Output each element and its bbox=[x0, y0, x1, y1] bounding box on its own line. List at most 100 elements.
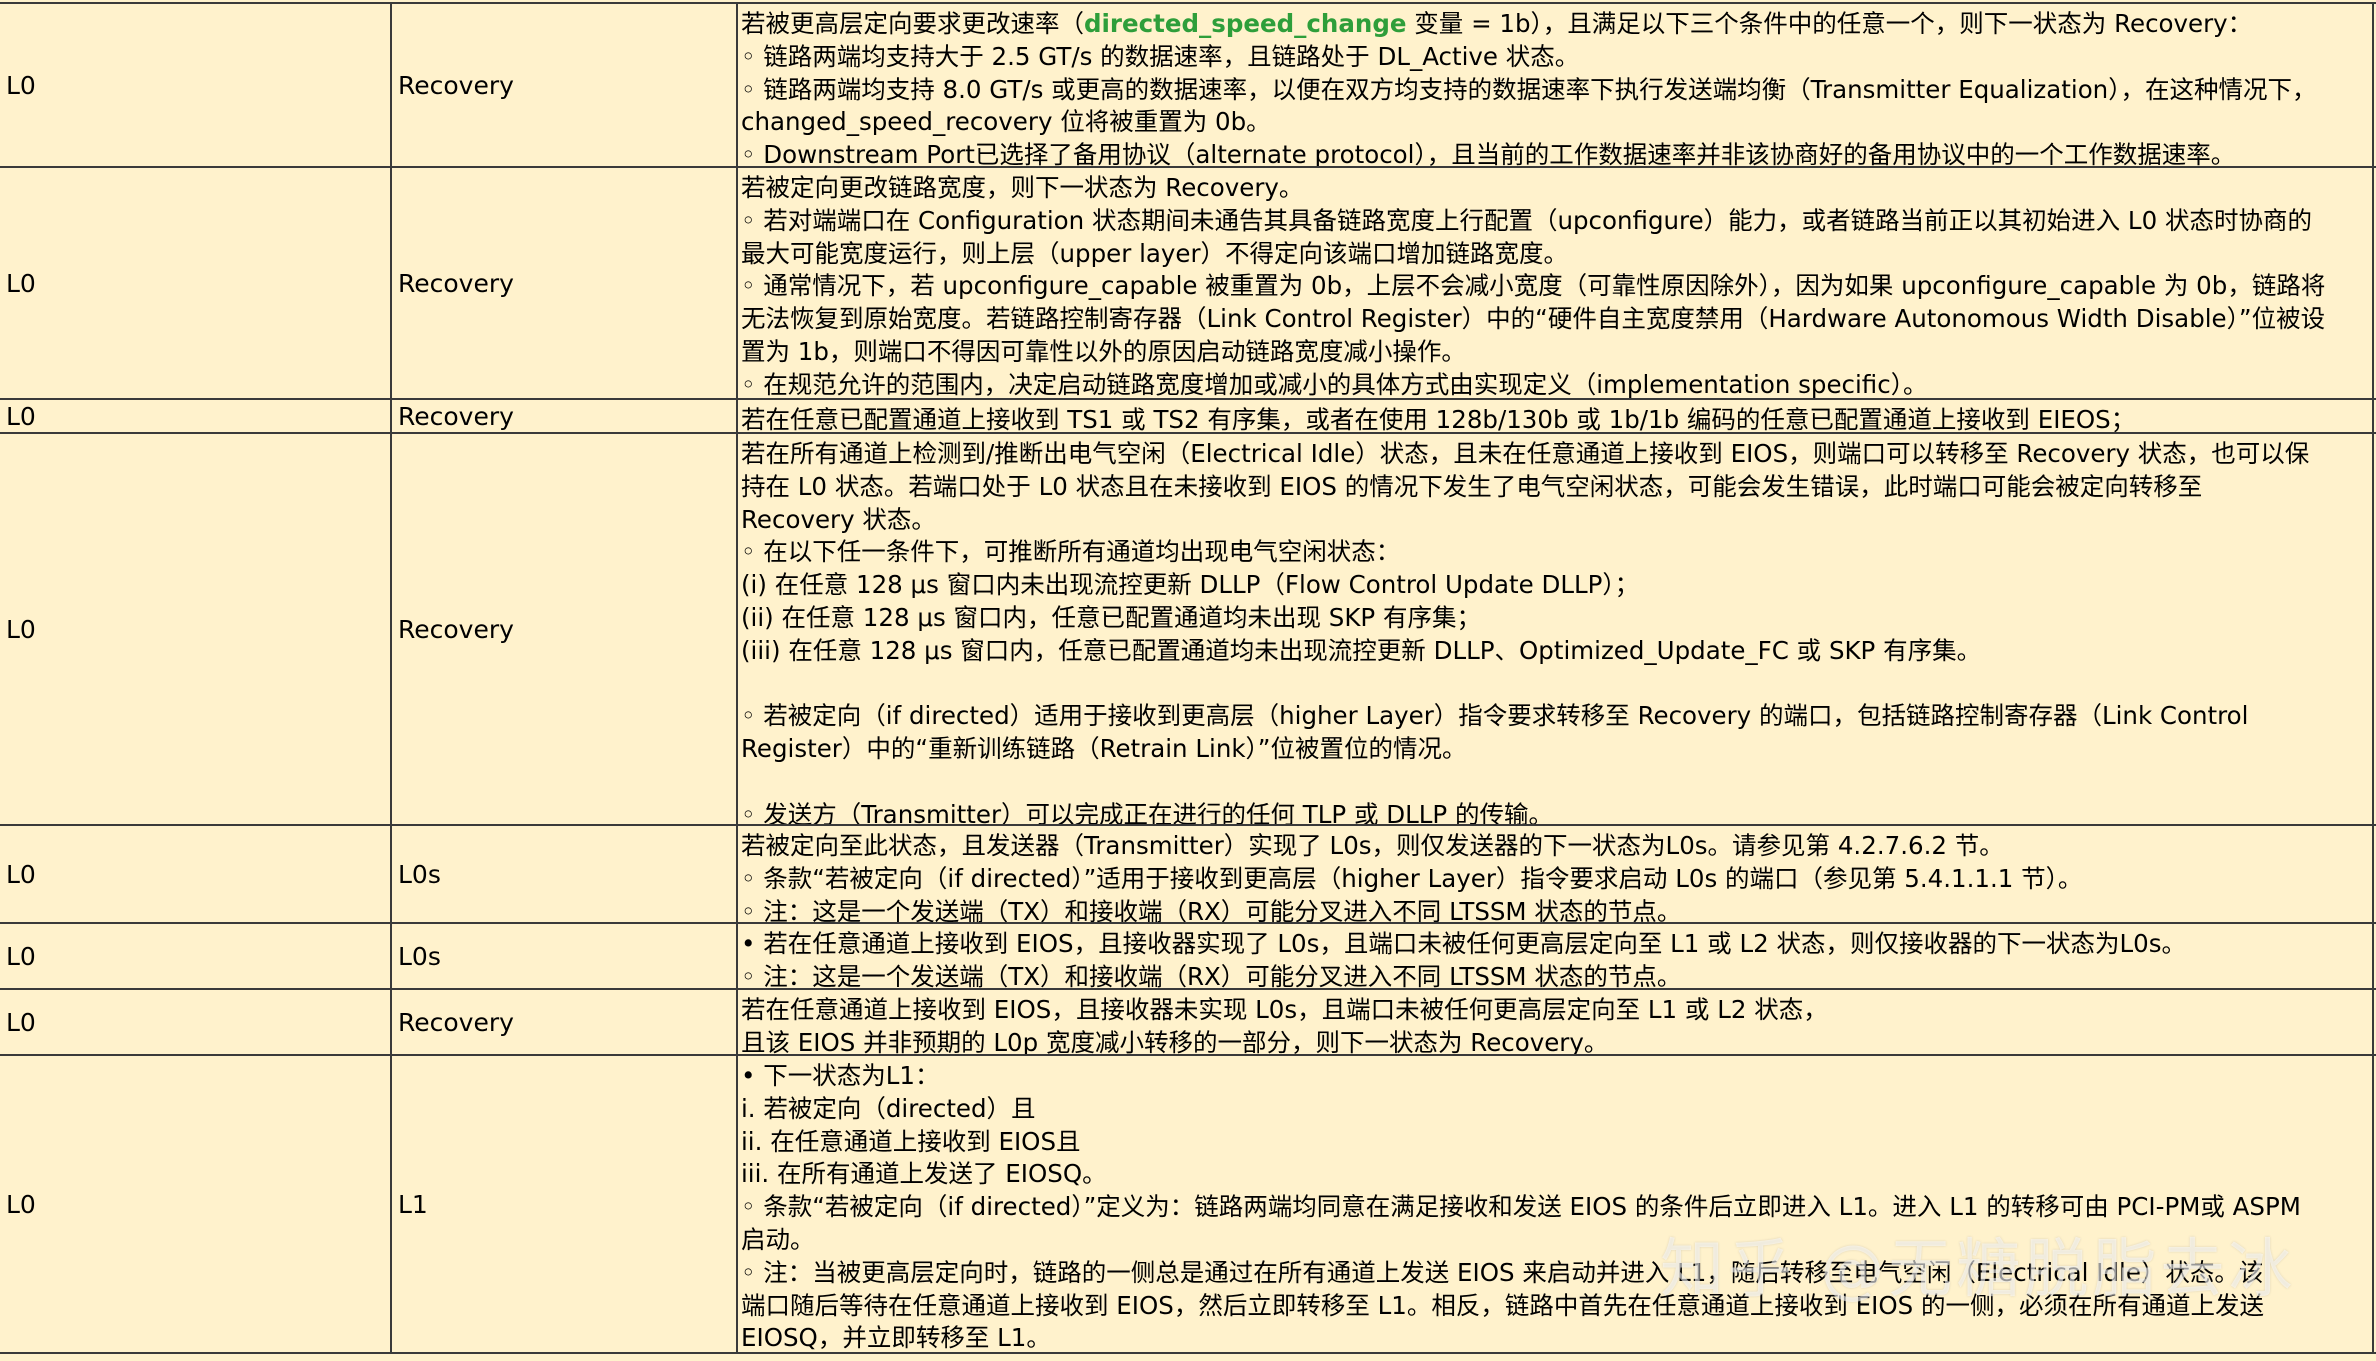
next-state-cell: Recovery bbox=[392, 400, 738, 432]
condition-line: ◦ 通常情况下，若 upconfigure_capable 被重置为 0b，上层… bbox=[741, 270, 2368, 303]
condition-line bbox=[741, 668, 2368, 701]
condition-text: ◦ 注：当被更高层定向时，链路的一侧总是通过在所有通道上发送 EIOS 来启动并… bbox=[741, 1257, 2264, 1287]
table-row: L0 L0s • 若在任意通道上接收到 EIOS，且接收器实现了 L0s，且端口未被… bbox=[0, 922, 2376, 991]
condition-text: 若被定向更改链路宽度，则下一状态为 Recovery。 bbox=[741, 173, 1304, 202]
next-state-cell: Recovery bbox=[392, 4, 738, 166]
condition-line: ◦ 链路两端均支持 8.0 GT/s 或更高的数据速率，以便在双方均支持的数据速… bbox=[741, 74, 2368, 107]
condition-line: ◦ 若对端端口在 Configuration 状态期间未通告其具备链路宽度上行配… bbox=[741, 205, 2368, 238]
next-state-cell: L0s bbox=[392, 826, 738, 922]
condition-cell: 若被定向更改链路宽度，则下一状态为 Recovery。 ◦ 若对端端口在 Conf… bbox=[738, 168, 2374, 399]
condition-text: 变量 = 1b），且满足以下三个条件中的任意一个，则下一状态为 Recovery… bbox=[1406, 9, 2253, 38]
next-state-cell: Recovery bbox=[392, 434, 738, 824]
from-state-cell: L0 bbox=[0, 434, 392, 824]
condition-line: (i) 在任意 128 μs 窗口内未出现流控更新 DLLP（Flow Cont… bbox=[741, 569, 2368, 602]
condition-line: 最大可能宽度运行，则上层（upper layer）不得定向该端口增加链路宽度。 bbox=[741, 238, 2368, 271]
condition-text: (i) 在任意 128 μs 窗口内未出现流控更新 DLLP（Flow Cont… bbox=[741, 570, 1640, 600]
condition-line: ◦ 条款“若被定向（if directed）”定义为：链路两端均同意在满足接收和… bbox=[741, 1191, 2368, 1224]
condition-text: 若被更高层定向要求更改速率（ bbox=[741, 9, 1084, 38]
condition-line: 启动。 bbox=[741, 1224, 2368, 1257]
condition-line: changed_speed_recovery 位将被重置为 0b。 bbox=[741, 106, 2368, 139]
condition-text: ◦ 通常情况下，若 upconfigure_capable 被重置为 0b，上层… bbox=[741, 271, 2326, 301]
next-state-cell: L0s bbox=[392, 924, 738, 988]
condition-cell: 若在任意已配置通道上接收到 TS1 或 TS2 有序集，或者在使用 128b/1… bbox=[738, 400, 2374, 434]
condition-text: changed_speed_recovery 位将被重置为 0b。 bbox=[741, 107, 1271, 137]
condition-text: 启动。 bbox=[741, 1224, 815, 1254]
condition-text: 置为 1b，则端口不得因可靠性以外的原因启动链路宽度减小操作。 bbox=[741, 336, 1466, 366]
condition-text: ◦ 链路两端均支持大于 2.5 GT/s 的数据速率，且链路处于 DL_Acti… bbox=[741, 41, 1580, 71]
condition-cell: • 下一状态为L1： i. 若被定向（directed）且 ii. 在任意通道上接收… bbox=[738, 1056, 2374, 1352]
condition-line: 无法恢复到原始宽度。若链路控制寄存器（Link Control Register… bbox=[741, 303, 2368, 336]
condition-text: ◦ 在规范允许的范围内，决定启动链路宽度增加或减小的具体方式由实现定义（impl… bbox=[741, 369, 1928, 399]
table-row: L0 Recovery 若在任意已配置通道上接收到 TS1 或 TS2 有序集，或者… bbox=[0, 398, 2376, 434]
table-row: L0 L0s 若被定向至此状态，且发送器（Transmitter）实现了 L0s，则… bbox=[0, 824, 2376, 926]
condition-line: 置为 1b，则端口不得因可靠性以外的原因启动链路宽度减小操作。 bbox=[741, 336, 2368, 369]
from-state-cell: L0 bbox=[0, 924, 392, 988]
condition-line: ◦ 条款“若被定向（if directed）”适用于接收到更高层（higher … bbox=[741, 863, 2368, 896]
table-bottom-border bbox=[0, 1352, 2376, 1354]
condition-line: 若在任意通道上接收到 EIOS，且接收器未实现 L0s，且端口未被任何更高层定向… bbox=[741, 994, 2368, 1027]
condition-text: 且该 EIOS 并非预期的 L0p 宽度减小转移的一部分，则下一状态为 Reco… bbox=[741, 1027, 1609, 1057]
condition-text: iii. 在所有通道上发送了 EIOSQ。 bbox=[741, 1159, 1107, 1189]
table-row: L0 Recovery 若在所有通道上检测到/推断出电气空闲（Electrical … bbox=[0, 432, 2376, 829]
condition-text: 若在任意已配置通道上接收到 TS1 或 TS2 有序集，或者在使用 128b/1… bbox=[741, 405, 2136, 434]
condition-text: ◦ 在以下任一条件下，可推断所有通道均出现电气空闲状态： bbox=[741, 537, 1401, 567]
condition-text: EIOSQ，并立即转移至 L1。 bbox=[741, 1323, 1051, 1353]
condition-line: i. 若被定向（directed）且 bbox=[741, 1093, 2368, 1126]
highlighted-variable: directed_speed_change bbox=[1084, 9, 1407, 38]
condition-text: i. 若被定向（directed）且 bbox=[741, 1093, 1036, 1123]
condition-line: 持在 L0 状态。若端口处于 L0 状态且在未接收到 EIOS 的情况下发生了电… bbox=[741, 471, 2368, 504]
from-state-cell: L0 bbox=[0, 400, 392, 432]
condition-text: ii. 在任意通道上接收到 EIOS且 bbox=[741, 1126, 1081, 1156]
condition-text: ◦ Downstream Port已选择了备用协议（alternate prot… bbox=[741, 140, 2236, 170]
condition-line: ◦ 在以下任一条件下，可推断所有通道均出现电气空闲状态： bbox=[741, 536, 2368, 569]
condition-text: 无法恢复到原始宽度。若链路控制寄存器（Link Control Register… bbox=[741, 304, 2326, 334]
condition-line: 若被定向至此状态，且发送器（Transmitter）实现了 L0s，则仅发送器的… bbox=[741, 830, 2368, 863]
condition-cell: 若被定向至此状态，且发送器（Transmitter）实现了 L0s，则仅发送器的… bbox=[738, 826, 2374, 926]
condition-text: ◦ 条款“若被定向（if directed）”定义为：链路两端均同意在满足接收和… bbox=[741, 1192, 2301, 1222]
condition-line: (iii) 在任意 128 μs 窗口内，任意已配置通道均未出现流控更新 DLL… bbox=[741, 635, 2368, 668]
table-row: L0 Recovery 若被定向更改链路宽度，则下一状态为 Recovery。 ◦ 若… bbox=[0, 166, 2376, 399]
condition-line: 若被更高层定向要求更改速率（directed_speed_change 变量 =… bbox=[741, 8, 2368, 41]
next-state-cell: Recovery bbox=[392, 168, 738, 398]
from-state-cell: L0 bbox=[0, 990, 392, 1054]
condition-line: EIOSQ，并立即转移至 L1。 bbox=[741, 1322, 2368, 1355]
condition-line: 若在所有通道上检测到/推断出电气空闲（Electrical Idle）状态，且未… bbox=[741, 438, 2368, 471]
condition-text: 若在所有通道上检测到/推断出电气空闲（Electrical Idle）状态，且未… bbox=[741, 439, 2310, 468]
condition-cell: 若在任意通道上接收到 EIOS，且接收器未实现 L0s，且端口未被任何更高层定向… bbox=[738, 990, 2374, 1057]
next-state-cell: L1 bbox=[392, 1056, 738, 1352]
from-state-cell: L0 bbox=[0, 168, 392, 398]
condition-text: (iii) 在任意 128 μs 窗口内，任意已配置通道均未出现流控更新 DLL… bbox=[741, 635, 1982, 665]
condition-text: 持在 L0 状态。若端口处于 L0 状态且在未接收到 EIOS 的情况下发生了电… bbox=[741, 471, 2203, 501]
condition-text: • 下一状态为L1： bbox=[741, 1061, 940, 1090]
from-state-cell: L0 bbox=[0, 826, 392, 922]
condition-text: ◦ 条款“若被定向（if directed）”适用于接收到更高层（higher … bbox=[741, 863, 2083, 893]
condition-text: 若被定向至此状态，且发送器（Transmitter）实现了 L0s，则仅发送器的… bbox=[741, 831, 2004, 860]
condition-text: 若在任意通道上接收到 EIOS，且接收器未实现 L0s，且端口未被任何更高层定向… bbox=[741, 995, 1828, 1024]
condition-text: 端口随后等待在任意通道上接收到 EIOS，然后立即转移至 L1。相反，链路中首先… bbox=[741, 1290, 2264, 1320]
condition-line: ◦ 在规范允许的范围内，决定启动链路宽度增加或减小的具体方式由实现定义（impl… bbox=[741, 369, 2368, 402]
condition-text: Register）中的“重新训练链路（Retrain Link）”位被置位的情况… bbox=[741, 734, 1467, 764]
condition-text: ◦ 若对端端口在 Configuration 状态期间未通告其具备链路宽度上行配… bbox=[741, 205, 2312, 235]
condition-line bbox=[741, 766, 2368, 799]
condition-text: Recovery 状态。 bbox=[741, 504, 936, 534]
condition-line: • 下一状态为L1： bbox=[741, 1060, 2368, 1093]
table-row: L0 Recovery 若被更高层定向要求更改速率（directed_speed_c… bbox=[0, 2, 2376, 170]
condition-line: ◦ 注：当被更高层定向时，链路的一侧总是通过在所有通道上发送 EIOS 来启动并… bbox=[741, 1257, 2368, 1290]
condition-text: ◦ 链路两端均支持 8.0 GT/s 或更高的数据速率，以便在双方均支持的数据速… bbox=[741, 74, 2317, 104]
condition-text: ◦ 注：这是一个发送端（TX）和接收端（RX）可能分叉进入不同 LTSSM 状态… bbox=[741, 961, 1682, 991]
condition-line: (ii) 在任意 128 μs 窗口内，任意已配置通道均未出现 SKP 有序集； bbox=[741, 602, 2368, 635]
from-state-cell: L0 bbox=[0, 4, 392, 166]
condition-cell: 若在所有通道上检测到/推断出电气空闲（Electrical Idle）状态，且未… bbox=[738, 434, 2374, 829]
table-row: L0 Recovery 若在任意通道上接收到 EIOS，且接收器未实现 L0s，且端… bbox=[0, 988, 2376, 1057]
condition-text: ◦ 若被定向（if directed）适用于接收到更高层（higher Laye… bbox=[741, 701, 2249, 731]
condition-line: ii. 在任意通道上接收到 EIOS且 bbox=[741, 1126, 2368, 1159]
spreadsheet-table: L0 Recovery 若被更高层定向要求更改速率（directed_speed_c… bbox=[0, 0, 2376, 1361]
condition-line: 若被定向更改链路宽度，则下一状态为 Recovery。 bbox=[741, 172, 2368, 205]
condition-text: (ii) 在任意 128 μs 窗口内，任意已配置通道均未出现 SKP 有序集； bbox=[741, 602, 1481, 632]
condition-cell: 若被更高层定向要求更改速率（directed_speed_change 变量 =… bbox=[738, 4, 2374, 170]
condition-line: ◦ 链路两端均支持大于 2.5 GT/s 的数据速率，且链路处于 DL_Acti… bbox=[741, 41, 2368, 74]
condition-line: ◦ 若被定向（if directed）适用于接收到更高层（higher Laye… bbox=[741, 700, 2368, 733]
condition-cell: • 若在任意通道上接收到 EIOS，且接收器实现了 L0s，且端口未被任何更高层… bbox=[738, 924, 2374, 991]
table-row: L0 L1 • 下一状态为L1： i. 若被定向（directed）且 ii. 在任意通… bbox=[0, 1054, 2376, 1352]
condition-text: • 若在任意通道上接收到 EIOS，且接收器实现了 L0s，且端口未被任何更高层… bbox=[741, 929, 2186, 958]
